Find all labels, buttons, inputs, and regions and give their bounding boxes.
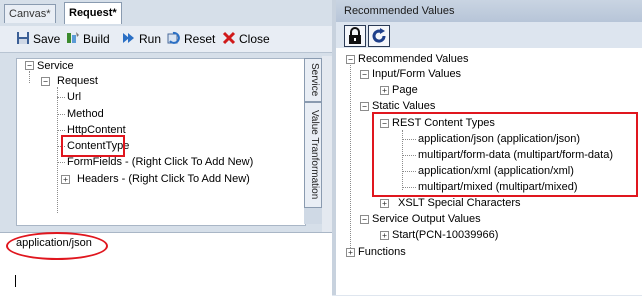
tab-canvas[interactable]: Canvas*: [4, 4, 56, 23]
tree-node-request[interactable]: Request: [57, 74, 98, 88]
collapse-request-icon[interactable]: −: [41, 77, 50, 86]
tree-node-input-form-values[interactable]: Input/Form Values: [372, 67, 461, 81]
reset-button[interactable]: Reset: [167, 30, 215, 48]
refresh-icon: [372, 28, 386, 43]
side-tab-value-transformation[interactable]: Value Tranformation: [304, 102, 322, 208]
reset-label: Reset: [184, 32, 216, 46]
collapse-service-output-icon[interactable]: −: [360, 215, 369, 224]
save-icon: [17, 32, 29, 44]
build-icon: [67, 32, 79, 43]
recommended-values-tree: − Recommended Values − Input/Form Values…: [336, 48, 642, 295]
expand-xslt-icon[interactable]: +: [380, 199, 389, 208]
run-icon: [123, 33, 134, 43]
tree-node-xslt-special-characters[interactable]: XSLT Special Characters: [398, 196, 520, 210]
lock-icon: [349, 27, 361, 44]
collapse-root-icon[interactable]: −: [346, 55, 355, 64]
close-icon: [222, 31, 236, 45]
refresh-button[interactable]: [368, 25, 390, 47]
collapse-service-icon[interactable]: −: [25, 61, 34, 70]
close-button[interactable]: Close: [222, 30, 270, 48]
tree-node-service-output-values[interactable]: Service Output Values: [372, 212, 481, 226]
request-editor-pane: Canvas* Request* Save Build Run Reset Cl…: [0, 0, 332, 296]
tree-node-formfields[interactable]: FormFields - (Right Click To Add New): [67, 155, 253, 169]
tree-node-headers[interactable]: Headers - (Right Click To Add New): [77, 172, 250, 186]
tree-node-service[interactable]: Service: [37, 59, 74, 73]
side-tab-strip: Service Value Tranformation: [304, 58, 322, 224]
collapse-static-icon[interactable]: −: [360, 102, 369, 111]
highlight-contenttype-box: [61, 135, 125, 157]
tree-node-method[interactable]: Method: [67, 107, 104, 121]
document-tab-bar: Canvas* Request*: [0, 0, 332, 24]
panel-title: Recommended Values: [336, 0, 642, 22]
reset-icon: [167, 31, 180, 44]
request-tree: − Service − Request Url Method HttpConte…: [16, 58, 306, 226]
save-label: Save: [33, 32, 61, 46]
save-button[interactable]: Save: [16, 30, 60, 48]
recommended-values-pane: Recommended Values − Recommended Values …: [336, 0, 642, 295]
expand-start-icon[interactable]: +: [380, 231, 389, 240]
tree-node-page[interactable]: Page: [392, 83, 418, 97]
collapse-input-form-icon[interactable]: −: [360, 70, 369, 79]
tab-request[interactable]: Request*: [64, 2, 122, 24]
build-button[interactable]: Build: [66, 30, 110, 48]
tree-node-url[interactable]: Url: [67, 90, 81, 104]
build-label: Build: [83, 32, 110, 46]
tree-node-start[interactable]: Start(PCN-10039966): [392, 228, 498, 242]
close-label: Close: [239, 32, 270, 46]
tree-node-recommended-values[interactable]: Recommended Values: [358, 52, 468, 66]
highlight-value-ellipse: [6, 232, 108, 260]
tree-node-functions[interactable]: Functions: [358, 245, 406, 259]
value-editor[interactable]: application/json: [0, 232, 332, 296]
left-scrollbar[interactable]: [322, 56, 332, 234]
run-button[interactable]: Run: [122, 30, 161, 48]
side-tab-service[interactable]: Service: [304, 58, 322, 102]
tree-node-static-values[interactable]: Static Values: [372, 99, 435, 113]
run-label: Run: [139, 32, 162, 46]
editor-toolbar: Save Build Run Reset Close: [0, 26, 332, 53]
panel-toolbar: [336, 22, 642, 48]
text-cursor: [15, 275, 16, 287]
expand-functions-icon[interactable]: +: [346, 248, 355, 257]
lock-button[interactable]: [344, 25, 366, 47]
highlight-rest-types-box: [372, 112, 638, 197]
expand-headers-icon[interactable]: +: [61, 175, 70, 184]
expand-page-icon[interactable]: +: [380, 86, 389, 95]
